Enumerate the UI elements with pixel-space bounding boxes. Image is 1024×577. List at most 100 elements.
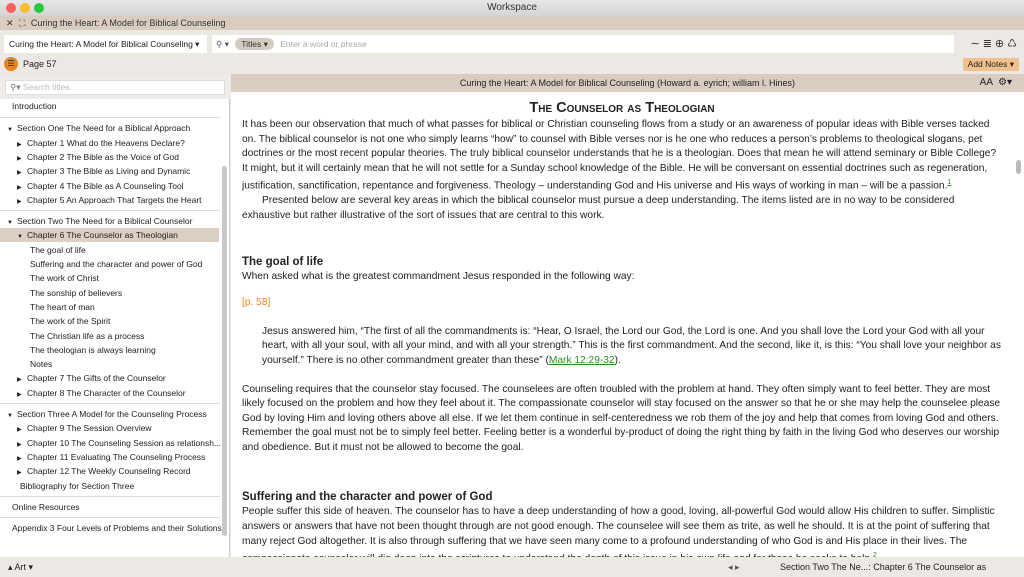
paragraph: When asked what is the greatest commandm…	[242, 270, 635, 282]
toc-item[interactable]: ▼ Section Two The Need for a Biblical Cou…	[0, 214, 192, 228]
toc-item[interactable]: ▶ Chapter 8 The Character of the Counselo…	[0, 386, 186, 400]
minimize-window-button[interactable]	[20, 3, 30, 13]
toc-item-label: Appendix 3 Four Levels of Problems and t…	[12, 523, 222, 534]
toc-item-label: Chapter 5 An Approach That Targets the H…	[27, 194, 202, 205]
toc-item[interactable]: The heart of man	[0, 300, 95, 314]
toc-item[interactable]: Introduction	[0, 99, 56, 113]
toc-item[interactable]: ▶ Chapter 10 The Counseling Session as re…	[0, 436, 221, 450]
toc-item[interactable]: ▼ Section One The Need for a Biblical App…	[0, 121, 190, 135]
scope-label: Titles	[241, 39, 262, 49]
toc-item-label: Section Two The Need for a Biblical Coun…	[17, 216, 193, 227]
toc-item[interactable]: The Christian life as a process	[0, 329, 144, 343]
search-icon: ⚲▾	[10, 82, 21, 92]
toc-item[interactable]: ▼ Section Three A Model for the Counselin…	[0, 407, 207, 421]
search-placeholder: Search titles	[22, 82, 70, 92]
toc-item[interactable]: ▶ Chapter 9 The Session Overview	[0, 421, 152, 435]
search-field[interactable]: ⚲ ▾ Titles ▾ Enter a word or phrase	[212, 35, 954, 53]
toc-item[interactable]: The theologian is always learning	[0, 343, 156, 357]
reader-pane: Curing the Heart: A Model for Biblical C…	[231, 74, 1024, 565]
toc-item[interactable]: ▶ Chapter 7 The Gifts of the Counselor	[0, 371, 166, 385]
close-tab-icon[interactable]: ✕	[6, 18, 14, 28]
scripture-link[interactable]: Mark 12:29-32	[549, 355, 615, 366]
block-quote: Jesus answered him, “The first of all th…	[262, 325, 1001, 366]
book-title: Curing the Heart: A Model for Biblical C…	[9, 39, 193, 49]
table-of-contents: ⚲▾ Search titles Introduction ▼ Section On…	[0, 76, 230, 557]
toc-item-label: Section Three A Model for the Counseling…	[17, 409, 207, 419]
add-circle-icon[interactable]: ⊕	[995, 38, 1007, 50]
expand-icon[interactable]: ▶	[17, 195, 27, 209]
toc-item-label: Chapter 10 The Counseling Session as rel…	[27, 437, 222, 448]
toc-item[interactable]: The work of Christ	[0, 271, 99, 285]
tab-bar: ✕ ⛶ Curing the Heart: A Model for Biblic…	[0, 16, 1024, 30]
toc-item-label: Section One The Need for a Biblical Appr…	[17, 123, 191, 134]
toc-item[interactable]: Suffering and the character and power of…	[0, 257, 202, 271]
toc-item-label: Online Resources	[12, 501, 80, 512]
toc-item[interactable]: ▼ Chapter 6 The Counselor as Theologian	[0, 228, 219, 243]
page-number: Page 57	[23, 59, 57, 69]
content-scrollbar[interactable]	[1016, 160, 1021, 174]
search-scope-dropdown[interactable]: Titles ▾	[235, 38, 274, 50]
toc-item[interactable]: ▶ Chapter 1 What do the Heavens Declare?	[0, 136, 185, 150]
toc-item[interactable]: ▶ Chapter 12 The Weekly Counseling Record	[0, 464, 191, 478]
search-input[interactable]: Enter a word or phrase	[280, 39, 366, 49]
toc-item[interactable]: The goal of life	[0, 243, 86, 257]
table-of-contents-icon[interactable]: ☰	[4, 57, 18, 71]
paragraph: Counseling requires that the counselor s…	[242, 383, 1001, 453]
add-notes-button[interactable]: Add Notes ▾	[962, 58, 1019, 71]
toc-item-label: Chapter 9 The Session Overview	[27, 423, 152, 434]
recycle-icon[interactable]: ♺	[1007, 38, 1020, 50]
toc-item-label: The theologian is always learning	[30, 344, 156, 355]
toc-item[interactable]: The work of the Spirit	[0, 314, 110, 328]
paragraph: It has been our observation that much of…	[242, 119, 997, 192]
book-dropdown[interactable]: Curing the Heart: A Model for Biblical C…	[4, 35, 207, 53]
toc-item-label: Suffering and the character and power of…	[30, 259, 203, 269]
section-heading: The goal of life	[242, 255, 324, 268]
sidebar-scrollbar[interactable]	[222, 166, 227, 536]
toc-item[interactable]: Notes	[0, 357, 52, 371]
toc-item[interactable]: ▶ Chapter 5 An Approach That Targets the …	[0, 193, 202, 207]
search-icon[interactable]: ⚲ ▾	[216, 39, 229, 49]
maximize-window-button[interactable]	[34, 3, 44, 13]
wave-icon[interactable]: ∼	[970, 38, 982, 50]
toc-item-label: Chapter 12 The Weekly Counseling Record	[27, 466, 191, 477]
add-notes-label: Add Notes	[967, 59, 1008, 69]
footnote-link[interactable]: 1	[947, 179, 951, 186]
toolbar: Curing the Heart: A Model for Biblical C…	[0, 33, 1024, 55]
paragraph: Presented below are several key areas in…	[242, 195, 955, 221]
tab-title[interactable]: Curing the Heart: A Model for Biblical C…	[31, 18, 226, 28]
toc-item-label: Bibliography for Section Three	[20, 480, 135, 491]
location-breadcrumb[interactable]: Section Two The Ne...: Chapter 6 The Cou…	[780, 557, 986, 577]
list-icon[interactable]: ≣	[983, 38, 995, 50]
toc-item-label: Chapter 4 The Bible as A Counseling Tool	[27, 180, 184, 191]
toc-item-label: Chapter 2 The Bible as the Voice of God	[27, 151, 179, 162]
toc-item-label: Chapter 6 The Counselor as Theologian	[27, 230, 178, 241]
toc-item[interactable]: ▶ Chapter 4 The Bible as A Counseling Too…	[0, 179, 184, 193]
toc-item[interactable]: ▶ Chapter 11 Evaluating The Counseling Pr…	[0, 450, 205, 464]
page-bar: ☰ Page 57 Add Notes ▾	[0, 55, 1024, 74]
toc-item[interactable]: ▶ Chapter 3 The Bible as Living and Dynam…	[0, 164, 190, 178]
expand-icon[interactable]: ▶	[17, 388, 27, 402]
toc-item-label: The heart of man	[30, 301, 95, 312]
toc-item-label: Chapter 7 The Gifts of the Counselor	[27, 373, 166, 384]
chapter-title: The Counselor as Theologian	[529, 100, 715, 116]
section-heading: Suffering and the character and power of…	[242, 491, 493, 504]
toc-item[interactable]: ▶ Chapter 2 The Bible as the Voice of God	[0, 150, 179, 164]
prev-next-icon[interactable]: ◂ ▸	[728, 557, 740, 577]
toc-item-label: Chapter 11 Evaluating The Counseling Pro…	[27, 451, 206, 462]
toc-item-label: The sonship of believers	[30, 287, 123, 298]
status-bar: ▴ Art ▾ ◂ ▸ Section Two The Ne...: Chapt…	[0, 557, 1024, 577]
page-marker: [p. 58]	[242, 297, 271, 309]
expand-icon[interactable]: ⛶	[19, 18, 25, 28]
art-menu[interactable]: ▴ Art ▾	[8, 557, 33, 577]
toc-item-label: Introduction	[12, 101, 57, 111]
book-content: The Counselor as Theologian It has been …	[242, 98, 1002, 567]
toc-item[interactable]: Online Resources	[0, 500, 80, 514]
window-title: Workspace	[487, 2, 537, 13]
toc-item[interactable]: The sonship of believers	[0, 286, 122, 300]
search-titles-input[interactable]: ⚲▾ Search titles	[5, 80, 225, 95]
close-window-button[interactable]	[6, 3, 16, 13]
toc-item[interactable]: Appendix 3 Four Levels of Problems and t…	[0, 521, 222, 535]
toc-item[interactable]: Bibliography for Section Three	[0, 479, 134, 493]
gear-icon[interactable]: ⚙▾	[998, 77, 1012, 88]
font-size-icon[interactable]: AA	[980, 77, 993, 88]
